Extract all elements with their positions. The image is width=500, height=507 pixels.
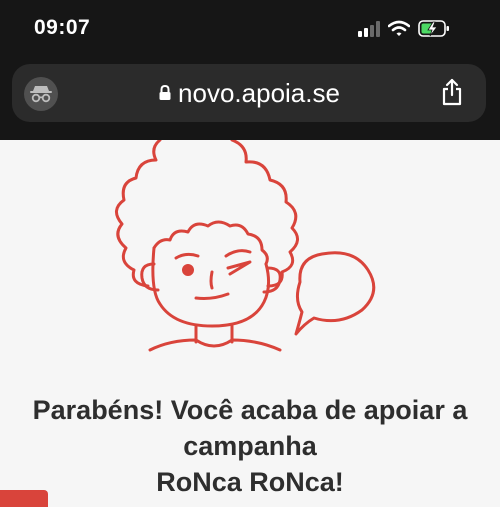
signal-icon (358, 21, 380, 37)
heading-line-3: RoNca RoNca! (156, 467, 344, 497)
status-bar: 09:07 (0, 0, 500, 54)
heading-line-1: Parabéns! Você acaba de apoiar a (32, 395, 468, 425)
heading-line-2: campanha (183, 431, 317, 461)
battery-charging-icon (418, 20, 449, 37)
wifi-icon (388, 20, 410, 36)
success-heading: Parabéns! Você acaba de apoiar a campanh… (0, 392, 500, 500)
corner-tab[interactable] (0, 490, 48, 507)
share-button[interactable] (440, 78, 464, 110)
page-content: Parabéns! Você acaba de apoiar a campanh… (0, 140, 500, 507)
lock-icon (159, 85, 171, 101)
browser-chrome: 09:07 novo.apoia.se (0, 0, 500, 140)
status-time: 09:07 (34, 16, 91, 39)
url-field[interactable]: novo.apoia.se (12, 78, 486, 109)
address-bar[interactable]: novo.apoia.se (12, 64, 486, 122)
url-text: novo.apoia.se (178, 78, 340, 108)
winking-face-illustration (115, 140, 376, 352)
share-icon (442, 78, 462, 106)
